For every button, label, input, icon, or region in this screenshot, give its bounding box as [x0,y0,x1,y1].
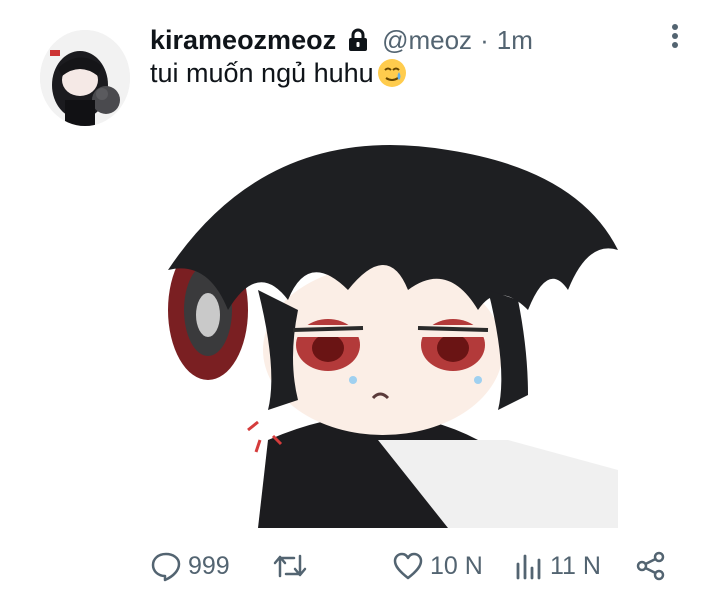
views-count: 11 N [550,551,601,580]
timestamp[interactable]: 1m [497,25,533,56]
views-button[interactable]: 11 N [514,540,601,592]
chibi-illustration [148,140,618,528]
tweet-text: tui muốn ngủ huhu [150,57,408,89]
action-bar: 999 10 N 11 N [0,540,720,592]
lock-icon [344,26,372,54]
views-icon [516,554,541,580]
more-vertical-icon[interactable] [665,22,685,52]
display-name[interactable]: kirameozmeoz [150,25,336,56]
heart-icon [393,552,423,580]
media-image[interactable] [148,140,618,528]
tweet-header: kirameozmeoz @meoz · 1m [150,20,720,60]
reply-button[interactable]: 999 [150,540,230,592]
like-button[interactable]: 10 N [392,540,483,592]
smiling-face-with-tear-icon [376,57,408,89]
like-count: 10 N [430,551,483,580]
tweet-text-content: tui muốn ngủ huhu [150,57,374,88]
reply-count: 999 [188,551,230,580]
retweet-button[interactable] [272,540,314,592]
reply-icon [151,552,181,582]
share-button[interactable] [635,540,667,592]
avatar[interactable] [40,30,130,126]
retweet-icon [273,554,307,578]
avatar-image [40,30,130,126]
separator: · [480,24,489,55]
share-icon [636,551,665,581]
tweet: kirameozmeoz @meoz · 1m tui muốn ngủ huh… [0,0,720,597]
handle[interactable]: @meoz [382,25,472,56]
